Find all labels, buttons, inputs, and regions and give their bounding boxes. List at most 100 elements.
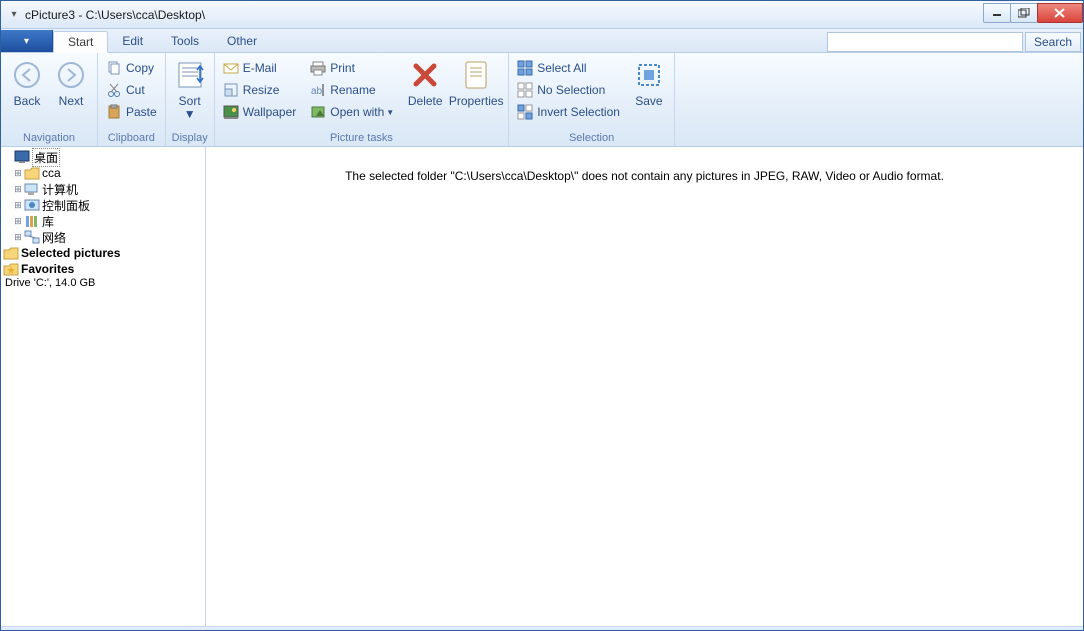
network-icon (24, 229, 40, 245)
group-navigation-label: Navigation (5, 131, 93, 146)
rename-button[interactable]: abRename (306, 79, 398, 101)
tree-label: 网络 (42, 229, 66, 246)
content-pane: The selected folder "C:\Users\cca\Deskto… (206, 147, 1083, 626)
tree-favorites[interactable]: Favorites (3, 261, 203, 277)
favorites-icon (3, 261, 19, 277)
tree-controlpanel[interactable]: ⊞ 控制面板 (3, 197, 203, 213)
group-selection: Select All No Selection Invert Selection… (509, 53, 675, 146)
wallpaper-button[interactable]: Wallpaper (219, 101, 301, 123)
wallpaper-label: Wallpaper (243, 105, 297, 119)
expand-icon[interactable]: ⊞ (13, 200, 23, 211)
print-button[interactable]: Print (306, 57, 398, 79)
wallpaper-icon (223, 104, 239, 120)
next-label: Next (59, 95, 84, 108)
tab-edit[interactable]: Edit (108, 30, 157, 52)
next-icon (55, 59, 87, 91)
selectall-label: Select All (537, 61, 586, 75)
group-display-label: Display (170, 131, 210, 146)
back-label: Back (14, 95, 41, 108)
email-label: E-Mail (243, 61, 277, 75)
chevron-down-icon: ▼ (386, 108, 394, 117)
close-icon (1054, 8, 1066, 18)
cut-button[interactable]: Cut (102, 79, 161, 101)
noselection-icon (517, 82, 533, 98)
ribbon-tabs: ▾ Start Edit Tools Other Search (1, 29, 1083, 53)
sort-button[interactable]: Sort▼ (170, 55, 210, 121)
group-navigation: Back Next Navigation (1, 53, 98, 146)
main-body: 桌面 ⊞cca ⊞计算机 ⊞控制面板 ⊞库 ⊞网络 Selected pictu… (1, 147, 1083, 626)
statusbar (1, 626, 1083, 630)
copy-button[interactable]: Copy (102, 57, 161, 79)
libraries-icon (24, 213, 40, 229)
tree-desktop[interactable]: 桌面 (3, 149, 203, 165)
openwith-label: Open with (330, 105, 384, 119)
computer-icon (24, 181, 40, 197)
group-picture-label: Picture tasks (219, 131, 505, 146)
paste-icon (106, 104, 122, 120)
resize-button[interactable]: Resize (219, 79, 301, 101)
save-button[interactable]: Save (628, 55, 670, 108)
save-icon (633, 59, 665, 91)
group-display: Sort▼ Display (166, 53, 215, 146)
tree-label: 计算机 (42, 181, 78, 198)
tree-label: 桌面 (32, 148, 60, 167)
noselection-label: No Selection (537, 83, 605, 97)
search-button[interactable]: Search (1025, 32, 1081, 52)
noselection-button[interactable]: No Selection (513, 79, 624, 101)
close-button[interactable] (1037, 3, 1083, 23)
paste-label: Paste (126, 105, 157, 119)
rename-icon: ab (310, 82, 326, 98)
selectall-icon (517, 60, 533, 76)
group-clipboard-label: Clipboard (102, 131, 161, 146)
expand-icon[interactable]: ⊞ (13, 168, 23, 179)
selectall-button[interactable]: Select All (513, 57, 624, 79)
user-folder-icon (24, 165, 40, 181)
tree-label: cca (42, 166, 61, 180)
tree-selected-pictures[interactable]: Selected pictures (3, 245, 203, 261)
file-tab[interactable]: ▾ (1, 30, 53, 52)
tree-label: 库 (42, 213, 54, 230)
chevron-down-icon: ▾ (24, 36, 29, 47)
tree-cca[interactable]: ⊞ cca (3, 165, 203, 181)
tree-label: Selected pictures (21, 246, 120, 260)
invert-icon (517, 104, 533, 120)
invert-label: Invert Selection (537, 105, 620, 119)
print-icon (310, 60, 326, 76)
folder-tree[interactable]: 桌面 ⊞cca ⊞计算机 ⊞控制面板 ⊞库 ⊞网络 Selected pictu… (1, 147, 206, 626)
sort-label: Sort▼ (179, 95, 201, 121)
group-picture-tasks: E-Mail Resize Wallpaper Print abRename O… (215, 53, 510, 146)
group-clipboard: Copy Cut Paste Clipboard (98, 53, 166, 146)
tab-other[interactable]: Other (213, 30, 271, 52)
back-button[interactable]: Back (5, 55, 49, 108)
folder-icon (3, 245, 19, 261)
delete-icon (409, 59, 441, 91)
window-title: cPicture3 - C:\Users\cca\Desktop\ (25, 8, 205, 22)
tree-computer[interactable]: ⊞ 计算机 (3, 181, 203, 197)
tree-label: 控制面板 (42, 197, 90, 214)
expand-icon[interactable]: ⊞ (13, 216, 23, 227)
minimize-button[interactable] (983, 3, 1011, 23)
tab-start[interactable]: Start (53, 31, 108, 53)
tree-network[interactable]: ⊞ 网络 (3, 229, 203, 245)
copy-label: Copy (126, 61, 154, 75)
next-button[interactable]: Next (49, 55, 93, 108)
properties-button[interactable]: Properties (448, 55, 504, 108)
tab-tools[interactable]: Tools (157, 30, 213, 52)
back-icon (11, 59, 43, 91)
invert-button[interactable]: Invert Selection (513, 101, 624, 123)
delete-button[interactable]: Delete (402, 55, 448, 108)
app-menu-icon[interactable]: ▾ (7, 8, 21, 22)
maximize-button[interactable] (1010, 3, 1038, 23)
ribbon: Back Next Navigation Copy Cut Paste Clip… (1, 53, 1083, 147)
svg-text:ab: ab (311, 86, 323, 97)
copy-icon (106, 60, 122, 76)
email-button[interactable]: E-Mail (219, 57, 301, 79)
tree-libraries[interactable]: ⊞库 (3, 213, 203, 229)
expand-icon[interactable]: ⊞ (13, 232, 23, 243)
openwith-button[interactable]: Open with▼ (306, 101, 398, 123)
paste-button[interactable]: Paste (102, 101, 161, 123)
search-input[interactable] (827, 32, 1023, 52)
print-label: Print (330, 61, 355, 75)
resize-label: Resize (243, 83, 280, 97)
expand-icon[interactable]: ⊞ (13, 184, 23, 195)
